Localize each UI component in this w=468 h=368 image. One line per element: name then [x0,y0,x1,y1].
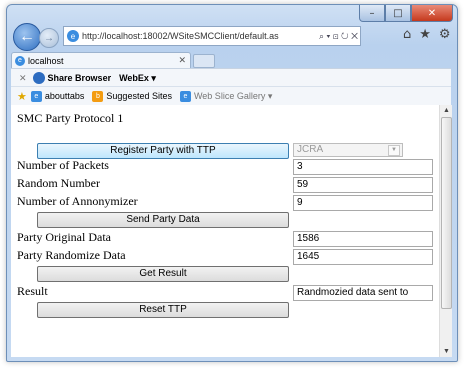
forward-button[interactable]: → [39,28,59,48]
result-input[interactable]: Randmozied data sent to [293,285,433,301]
close-window-button[interactable]: ✕ [411,5,453,22]
favorite-label: Web Slice Gallery ▾ [193,90,273,101]
ie-page-icon: e [179,90,191,102]
address-url[interactable]: http://localhost:18002/WSiteSMCClient/de… [82,31,317,41]
share-browser-button[interactable]: Share Browser [48,73,112,83]
favorite-web-slice-gallery[interactable]: e Web Slice Gallery ▾ [179,90,273,102]
back-button[interactable]: ← [13,23,41,51]
ie-page-icon: e [15,55,25,66]
get-result-button[interactable]: Get Result [37,266,289,282]
register-party-button[interactable]: Register Party with TTP [37,143,289,159]
tab-title: localhost [28,55,64,66]
window-controls: – □ ✕ [359,5,453,22]
original-data-input[interactable]: 1586 [293,231,433,247]
random-number-input[interactable]: 59 [293,177,433,193]
favorite-label: Suggested Sites [106,91,172,101]
chevron-down-icon: ▼ [388,145,400,156]
share-browser-icon [32,72,45,84]
num-anonymizer-input[interactable]: 9 [293,195,433,211]
randomize-data-input[interactable]: 1645 [293,249,433,265]
home-icon[interactable]: ⌂ [403,27,411,42]
random-number-label: Random Number [17,176,100,190]
address-bar[interactable]: e http://localhost:18002/WSiteSMCClient/… [63,26,361,46]
scrollbar-thumb[interactable] [441,117,452,309]
suggested-sites-icon: b [92,90,104,102]
scroll-up-icon[interactable]: ▲ [443,107,450,114]
favorite-abouttabs[interactable]: e abouttabs [30,90,85,102]
ttp-select[interactable]: JCRA ▼ [293,143,403,157]
randomize-data-label: Party Randomize Data [17,248,126,262]
forward-arrow-icon: → [44,32,54,44]
tab-localhost[interactable]: e localhost ✕ [11,52,191,68]
browser-window: – □ ✕ ← → e http://localhost:18002/WSite… [6,4,458,362]
ie-page-icon: e [67,30,79,42]
new-tab-button[interactable] [193,54,215,68]
toolbar-icons: ⌂ ★ ⚙ [403,27,451,42]
send-party-data-button[interactable]: Send Party Data [37,212,289,228]
ttp-select-value: JCRA [297,144,324,155]
favorite-suggested-sites[interactable]: b Suggested Sites [92,90,172,102]
page-title: SMC Party Protocol 1 [17,111,124,125]
favorites-star-icon[interactable]: ★ [17,90,27,103]
original-data-label: Party Original Data [17,230,111,244]
tab-close-icon[interactable]: ✕ [178,55,186,66]
back-arrow-icon: ← [19,28,35,45]
num-anonymizer-label: Number of Annonymizer [17,194,138,208]
command-bar: ✕ Share Browser WebEx ▾ [11,68,451,87]
ie-page-icon: e [30,90,42,102]
gear-icon[interactable]: ⚙ [439,27,451,42]
scroll-down-icon[interactable]: ▼ [443,348,450,355]
reset-ttp-button[interactable]: Reset TTP [37,302,289,318]
maximize-button[interactable]: □ [385,5,411,22]
favorite-label: abouttabs [44,91,85,101]
result-label: Result [17,284,48,298]
favorites-star-icon[interactable]: ★ [419,27,431,42]
address-controls[interactable]: ⌕ ▾ ⊡ ↻ ✕ [319,31,358,42]
close-toolbar-icon[interactable]: ✕ [19,73,27,84]
page-content: SMC Party Protocol 1 Register Party with… [11,105,439,357]
num-packets-input[interactable]: 3 [293,159,433,175]
num-packets-label: Number of Packets [17,158,109,172]
tab-strip: e localhost ✕ [11,52,451,68]
minimize-button[interactable]: – [359,5,385,22]
webex-menu[interactable]: WebEx ▾ [119,73,156,84]
vertical-scrollbar[interactable]: ▲ ▼ [439,105,452,357]
favorites-bar: ★ e abouttabs b Suggested Sites e Web Sl… [11,86,451,106]
navigation-bar: ← → e http://localhost:18002/WSiteSMCCli… [11,23,451,51]
